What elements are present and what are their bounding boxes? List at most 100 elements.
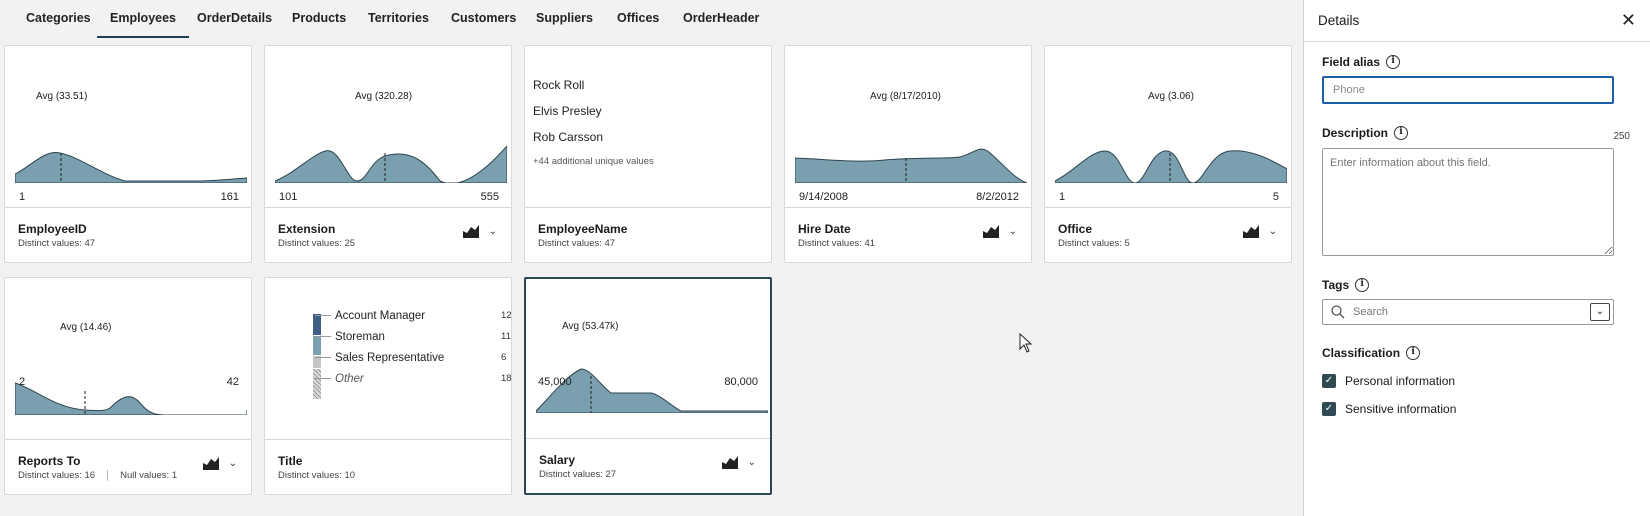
tab-customers[interactable]: Customers xyxy=(451,0,516,38)
viz-controls: ⌄ xyxy=(1242,224,1277,238)
avg-label: Avg (14.46) xyxy=(60,322,112,333)
max-label: 80,000 xyxy=(724,376,758,388)
description-label: Description i xyxy=(1322,126,1409,140)
distribution-chart: Avg (53.47k) 45,000 80,000 xyxy=(526,279,770,441)
chevron-down-icon[interactable]: ⌄ xyxy=(748,457,756,468)
area-chart-icon[interactable] xyxy=(982,224,999,238)
min-label: 101 xyxy=(279,191,298,203)
max-label: 8/2/2012 xyxy=(976,191,1019,203)
null-values: Null values: 1 xyxy=(120,470,178,482)
min-label: 45,000 xyxy=(538,376,572,388)
field-card-employeeid[interactable]: Avg (33.51) 1 161 EmployeeID Distinct va… xyxy=(4,45,252,263)
tags-search-input[interactable]: Search ⌄ xyxy=(1322,299,1614,325)
viz-controls: ⌄ xyxy=(982,224,1017,238)
area-chart-icon[interactable] xyxy=(202,456,219,470)
chevron-down-icon[interactable]: ⌄ xyxy=(1590,303,1610,321)
description-textarea[interactable] xyxy=(1322,148,1614,256)
list-item: Rob Carsson xyxy=(533,130,604,144)
checkbox-label: Personal information xyxy=(1345,374,1456,388)
card-footer: EmployeeID Distinct values: 47 xyxy=(5,207,251,262)
search-icon xyxy=(1331,305,1345,319)
min-label: 1 xyxy=(19,191,26,203)
field-alias-input[interactable] xyxy=(1322,76,1614,104)
field-card-employeename[interactable]: Rock Roll Elvis Presley Rob Carsson +44 … xyxy=(524,45,772,263)
min-label: 2 xyxy=(19,376,26,388)
chevron-down-icon[interactable]: ⌄ xyxy=(1269,226,1277,237)
distinct-values: Distinct values: 27 xyxy=(539,469,617,480)
min-label: 9/14/2008 xyxy=(799,191,848,203)
max-label: 5 xyxy=(1272,191,1279,203)
checkbox-personal-information[interactable]: ✓ Personal information xyxy=(1322,374,1455,388)
distribution-chart: Avg (14.46) 2 42 xyxy=(5,278,251,440)
viz-controls: ⌄ xyxy=(462,224,497,238)
max-label: 42 xyxy=(226,376,239,388)
list-item: Elvis Presley xyxy=(533,104,602,118)
distribution-curve xyxy=(15,151,247,183)
field-name: EmployeeName xyxy=(538,222,628,236)
tab-employees[interactable]: Employees xyxy=(97,0,190,38)
distribution-chart: Avg (33.51) 1 161 xyxy=(5,46,251,208)
info-icon[interactable]: i xyxy=(1394,126,1409,140)
more-values-note: +44 additional unique values xyxy=(533,156,654,167)
distinct-values: Distinct values: 41 xyxy=(798,238,876,249)
legend-item: Other 18 xyxy=(315,373,512,385)
card-footer: Hire Date Distinct values: 41 ⌄ xyxy=(785,207,1031,262)
panel-header: Details ✕ xyxy=(1304,0,1650,42)
field-card-office[interactable]: Avg (3.06) 1 5 Office Distinct values: 5… xyxy=(1044,45,1292,263)
values-preview: Rock Roll Elvis Presley Rob Carsson +44 … xyxy=(525,46,771,208)
distribution-curve xyxy=(1055,150,1287,183)
distinct-values: Distinct values: 25 xyxy=(278,238,356,249)
tab-territories[interactable]: Territories xyxy=(368,0,429,38)
field-card-salary[interactable]: Avg (53.47k) 45,000 80,000 Salary Distin… xyxy=(524,277,772,495)
distinct-values: Distinct values: 47 xyxy=(18,238,96,249)
viz-controls: ⌄ xyxy=(721,455,756,469)
tab-offices[interactable]: Offices xyxy=(617,0,659,38)
distinct-values: Distinct values: 47 xyxy=(538,238,616,249)
mouse-cursor-icon xyxy=(1019,333,1033,353)
field-card-reportsto[interactable]: Avg (14.46) 2 42 Reports To Distinct val… xyxy=(4,277,252,495)
distribution-chart: Avg (320.28) 101 555 xyxy=(265,46,511,208)
distinct-values: Distinct values: 5 xyxy=(1058,238,1130,249)
table-tabs: Categories Employees OrderDetails Produc… xyxy=(0,0,1302,40)
info-icon[interactable]: i xyxy=(1406,346,1421,360)
chevron-down-icon[interactable]: ⌄ xyxy=(229,458,237,469)
area-chart-icon[interactable] xyxy=(462,224,479,238)
checkmark-icon[interactable]: ✓ xyxy=(1322,402,1336,416)
field-name: Office xyxy=(1058,222,1093,236)
distribution-curve xyxy=(536,368,768,413)
field-name: EmployeeID xyxy=(18,222,87,236)
distinct-values: Distinct values: 16 xyxy=(18,470,96,482)
field-name: Salary xyxy=(539,453,576,467)
char-count: 250 xyxy=(1613,131,1630,142)
tab-orderheader[interactable]: OrderHeader xyxy=(683,0,759,38)
field-name: Hire Date xyxy=(798,222,851,236)
info-icon[interactable]: i xyxy=(1386,55,1401,69)
field-card-extension[interactable]: Avg (320.28) 101 555 Extension Distinct … xyxy=(264,45,512,263)
field-stats: Distinct values: 16 Null values: 1 xyxy=(18,470,177,481)
search-placeholder: Search xyxy=(1353,306,1388,318)
tab-products[interactable]: Products xyxy=(292,0,346,38)
field-name: Title xyxy=(278,454,303,468)
details-panel: Details ✕ Field aliasi Descriptioni 250 … xyxy=(1303,0,1650,516)
distribution-chart: Avg (3.06) 1 5 xyxy=(1045,46,1291,208)
card-footer: Salary Distinct values: 27 ⌄ xyxy=(526,438,770,493)
close-icon[interactable]: ✕ xyxy=(1621,10,1636,31)
chevron-down-icon[interactable]: ⌄ xyxy=(489,226,497,237)
area-chart-icon[interactable] xyxy=(721,455,738,469)
tab-orderdetails[interactable]: OrderDetails xyxy=(197,0,272,38)
info-icon[interactable]: i xyxy=(1355,278,1370,292)
tags-label: Tags i xyxy=(1322,278,1370,292)
checkbox-sensitive-information[interactable]: ✓ Sensitive information xyxy=(1322,402,1456,416)
chevron-down-icon[interactable]: ⌄ xyxy=(1009,226,1017,237)
field-card-hiredate[interactable]: Avg (8/17/2010) 9/14/2008 8/2/2012 Hire … xyxy=(784,45,1032,263)
checkmark-icon[interactable]: ✓ xyxy=(1322,374,1336,388)
area-chart-icon[interactable] xyxy=(1242,224,1259,238)
field-card-title[interactable]: Account Manager 12 Storeman 11 Sales Repre… xyxy=(264,277,512,495)
tab-categories[interactable]: Categories xyxy=(26,0,91,38)
category-breakdown: Account Manager 12 Storeman 11 Sales Repre… xyxy=(265,278,512,440)
legend-item: Storeman 11 xyxy=(315,331,511,343)
tab-suppliers[interactable]: Suppliers xyxy=(536,0,593,38)
list-item: Rock Roll xyxy=(533,78,585,92)
max-label: 555 xyxy=(480,191,499,203)
distribution-curve xyxy=(275,145,507,183)
